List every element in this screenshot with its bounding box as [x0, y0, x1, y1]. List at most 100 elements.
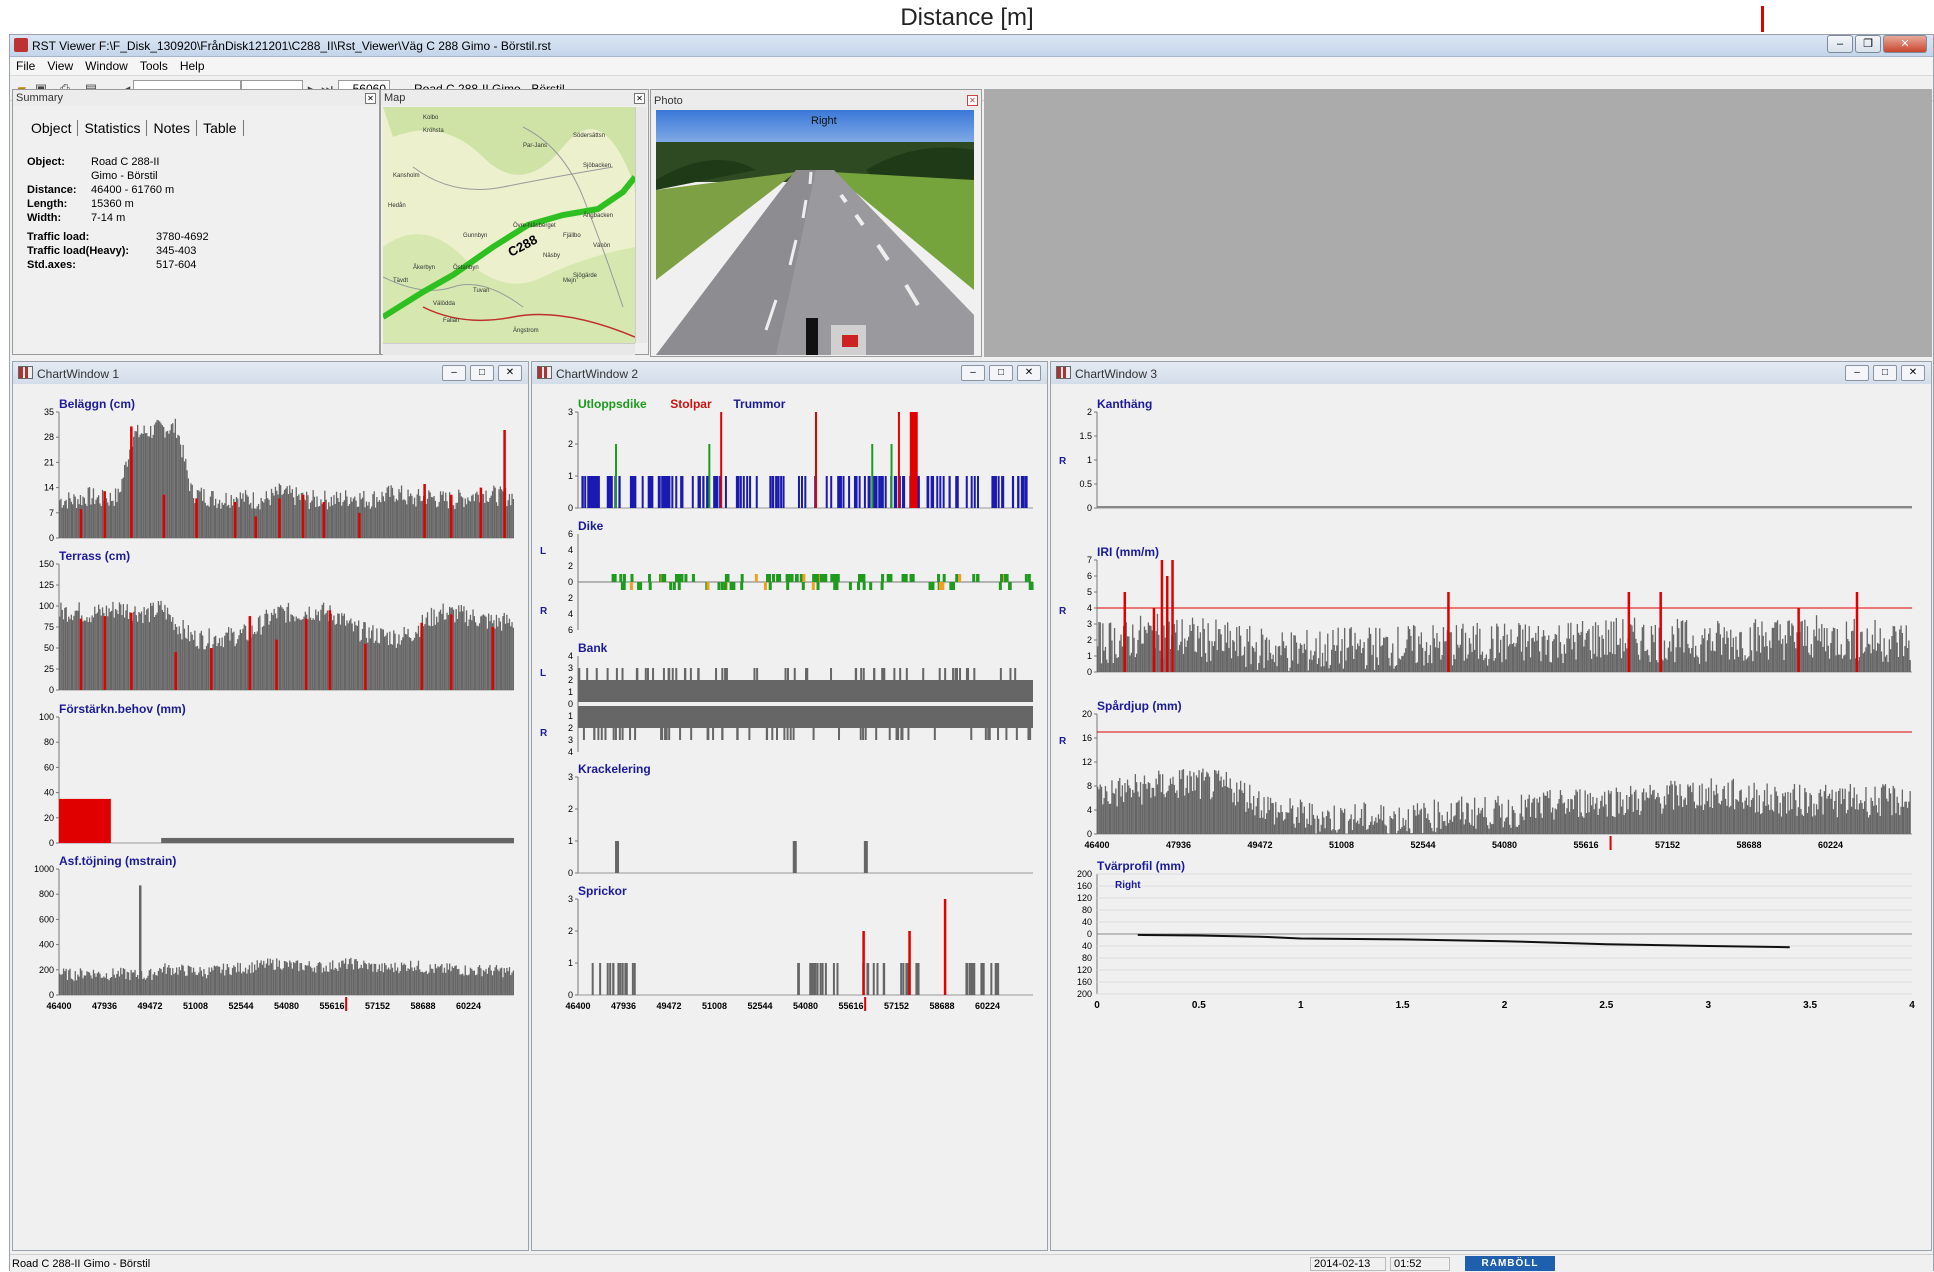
map-hscrollbar[interactable] — [383, 343, 635, 355]
marker-bar — [615, 444, 617, 508]
marker-bar — [249, 616, 252, 690]
trummor-bar — [876, 476, 878, 508]
y-tick-label: 0 — [1087, 929, 1092, 939]
data-bar — [1296, 642, 1297, 672]
tab-statistics[interactable]: Statistics — [78, 120, 147, 136]
data-bar — [1352, 646, 1353, 672]
close-button[interactable]: ✕ — [1883, 35, 1927, 53]
dike-bar — [740, 582, 743, 590]
data-bar — [1124, 783, 1125, 834]
maximize-button[interactable]: □ — [470, 365, 494, 381]
trummor-bar — [932, 476, 934, 508]
photo-close-icon[interactable]: ✕ — [967, 95, 978, 106]
data-bar — [1335, 651, 1336, 672]
window-title: RST Viewer F:\F_Disk_130920\FrånDisk1212… — [32, 39, 551, 53]
data-bar — [1256, 642, 1257, 672]
data-bar — [341, 613, 342, 690]
data-bar — [384, 637, 385, 690]
data-bar — [290, 614, 291, 690]
data-bar — [1876, 805, 1877, 834]
chart-window-1-plot[interactable]: 0714212835Beläggn (cm)0255075100125150Te… — [13, 384, 528, 1250]
data-bar — [432, 497, 433, 538]
data-bar — [1651, 795, 1652, 834]
minimize-button[interactable]: – — [442, 365, 466, 381]
data-bar — [85, 504, 86, 538]
data-bar — [146, 609, 147, 690]
data-bar — [1114, 794, 1115, 834]
chart-window-3-plot[interactable]: 00.511.52KanthängR01234567IRI (mm/m)R048… — [1051, 384, 1931, 1250]
data-bar — [1286, 812, 1287, 834]
data-bar — [1348, 821, 1349, 834]
data-bar — [297, 496, 298, 538]
data-bar — [513, 499, 514, 538]
tab-object[interactable]: Object — [25, 120, 78, 136]
data-bar — [1317, 816, 1318, 834]
maximize-button[interactable]: □ — [989, 365, 1013, 381]
data-bar — [1338, 628, 1339, 672]
summary-close-icon[interactable]: ✕ — [365, 93, 376, 104]
close-button[interactable]: ✕ — [1017, 365, 1041, 381]
data-bar — [290, 962, 291, 995]
data-bar — [380, 971, 381, 995]
data-bar — [458, 605, 459, 690]
tab-notes[interactable]: Notes — [147, 120, 197, 136]
data-bar — [241, 499, 242, 538]
data-bar — [1321, 667, 1322, 672]
menu-help[interactable]: Help — [174, 57, 211, 75]
data-bar — [1548, 635, 1549, 672]
minimize-button[interactable]: – — [1845, 365, 1869, 381]
data-bar — [177, 975, 178, 995]
data-bar — [1226, 643, 1227, 672]
minimize-button[interactable]: – — [961, 365, 985, 381]
close-button[interactable]: ✕ — [498, 365, 522, 381]
distance-marker — [1761, 6, 1764, 32]
bank-bar — [863, 668, 865, 680]
position-marker — [1610, 836, 1612, 850]
close-button[interactable]: ✕ — [1901, 365, 1925, 381]
data-bar — [177, 435, 178, 538]
data-bar — [349, 959, 350, 995]
data-bar — [155, 975, 156, 995]
data-bar — [1685, 622, 1686, 672]
data-bar — [474, 971, 475, 995]
data-bar — [244, 502, 245, 538]
data-bar — [280, 969, 281, 995]
title-bar[interactable]: RST Viewer F:\F_Disk_130920\FrånDisk1212… — [10, 35, 1933, 57]
data-bar — [108, 608, 109, 690]
data-bar — [1828, 646, 1829, 672]
chart-window-2-plot[interactable]: 0123UtloppsdikeStolparTrummorDike6420246… — [532, 384, 1047, 1250]
data-bar — [1665, 805, 1666, 834]
data-bar — [440, 491, 441, 538]
data-bar — [119, 492, 120, 538]
tab-table[interactable]: Table — [197, 120, 243, 136]
trummor-bar — [885, 476, 887, 508]
y-tick-label: 2 — [568, 926, 573, 936]
maximize-button[interactable]: □ — [1873, 365, 1897, 381]
data-bar — [1113, 663, 1114, 672]
menu-window[interactable]: Window — [79, 57, 134, 75]
data-bar — [482, 976, 483, 995]
data-bar — [1672, 626, 1673, 672]
data-bar — [73, 981, 74, 995]
legend-entry: Trummor — [733, 397, 785, 411]
data-bar — [461, 974, 462, 995]
data-bar — [328, 502, 329, 538]
menu-view[interactable]: View — [41, 57, 79, 75]
data-bar — [1637, 810, 1638, 834]
menu-file[interactable]: File — [10, 57, 41, 75]
data-bar — [63, 505, 64, 538]
restore-button[interactable]: ❐ — [1855, 35, 1881, 53]
data-bar — [1813, 804, 1814, 834]
map-view[interactable]: C288 KolboKröhstaPar-JansSödersättsnSjöb… — [383, 107, 635, 343]
data-bar — [459, 975, 460, 995]
data-bar — [1243, 655, 1244, 672]
minimize-button[interactable]: – — [1827, 35, 1853, 53]
data-bar — [456, 609, 457, 690]
map-close-icon[interactable]: ✕ — [634, 93, 645, 104]
data-bar — [158, 601, 159, 690]
menu-tools[interactable]: Tools — [134, 57, 174, 75]
data-bar — [198, 491, 199, 538]
map-vscrollbar[interactable] — [635, 107, 647, 343]
data-bar — [396, 499, 397, 538]
data-bar — [315, 973, 316, 995]
